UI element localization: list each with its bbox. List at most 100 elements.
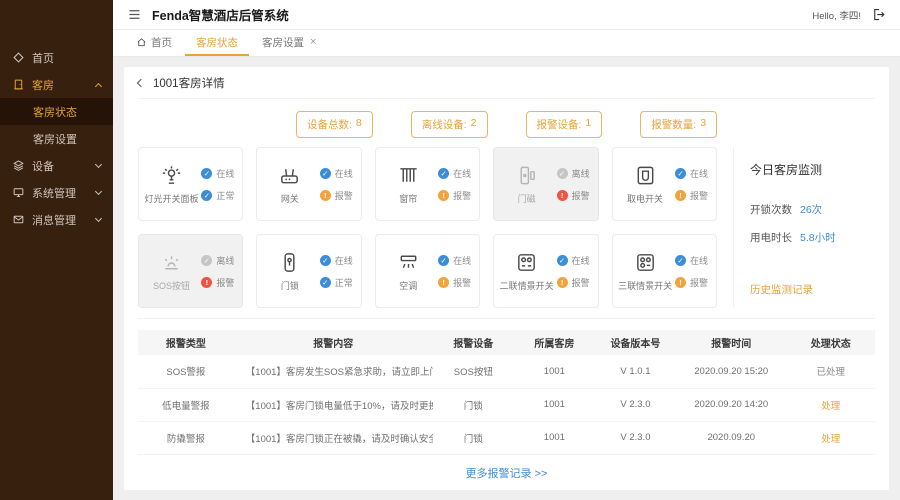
device-card-gateway[interactable]: 网关 在线 报警: [256, 147, 362, 221]
device-monitor-section: 灯光开关面板 在线 正常: [138, 147, 875, 319]
sidebar-item-devices[interactable]: 设备: [0, 152, 113, 179]
cell-alarm-device: 门锁: [432, 421, 514, 455]
alarm-table: 报警类型 报警内容 报警设备 所属客房 设备版本号 报警时间 处理状态 SOS警…: [138, 330, 875, 455]
device-label: 门磁: [517, 193, 536, 204]
status-alert-icon: [674, 189, 686, 201]
home-icon: [136, 37, 147, 48]
power-duration-value: 5.8小时: [800, 232, 836, 244]
unlock-count-value: 26次: [800, 204, 823, 216]
device-card-air-conditioner[interactable]: 空调 在线 报警: [374, 234, 481, 308]
sidebar-item-label: 客房: [32, 79, 54, 92]
status-check-icon: [674, 254, 686, 266]
device-card-power-switch[interactable]: 取电开关 在线 报警: [611, 147, 717, 221]
curtain-icon: [397, 164, 420, 187]
device-status-state: 报警: [674, 276, 708, 289]
cell-alarm-content: 【1001】客房发生SOS紧急求助，请立即上门协助!: [233, 355, 433, 389]
table-row: 防撬警报 【1001】客房门锁正在被撬，请及时确认安全! 门锁 1001 V 2…: [138, 421, 875, 455]
cell-alarm-type: 防撬警报: [138, 421, 234, 455]
status-check-icon: [201, 167, 213, 179]
device-card-scene-switch-2[interactable]: 二联情景开关 在线 报警: [493, 234, 599, 308]
tab-room-settings[interactable]: 客房设置 ×: [251, 30, 327, 56]
device-status-connection: 在线: [674, 254, 708, 267]
sidebar-item-room-status[interactable]: 客房状态: [0, 98, 113, 125]
device-card-door-lock[interactable]: 门锁 在线 正常: [256, 234, 362, 308]
device-label: 空调: [399, 280, 418, 291]
tab-label: 客房状态: [196, 36, 238, 49]
hamburger-menu-icon[interactable]: [127, 7, 142, 22]
device-card-sos-button[interactable]: SOS按钮 离线 报警: [138, 234, 244, 308]
device-status-state: 报警: [319, 189, 353, 202]
scene-switch-2-icon: [515, 251, 538, 274]
device-status-state: 报警: [438, 276, 471, 289]
room-detail-panel: 1001客房详情 设备总数:8 离线设备:2 报警设备:1 报警数量:3: [124, 67, 889, 490]
cell-handle-state: 已处理: [786, 355, 875, 389]
col-header-handle-state: 处理状态: [786, 330, 875, 355]
cell-alarm-type: SOS警报: [138, 355, 234, 389]
device-status-state: 正常: [319, 276, 353, 289]
cell-alarm-type: 低电量警报: [138, 388, 234, 422]
tab-home[interactable]: 首页: [125, 30, 183, 56]
top-bar: Fenda智慧酒店后管系统 Hello, 李四!: [113, 0, 900, 30]
sidebar-item-room-settings[interactable]: 客房设置: [0, 125, 113, 152]
stat-offline-devices: 离线设备: 2: [410, 111, 488, 138]
device-card-scene-switch-3[interactable]: 三联情景开关 在线 报警: [611, 234, 717, 308]
cell-alarm-content: 【1001】客房门锁电量低于10%，请及时更换电池!: [233, 388, 433, 422]
history-monitor-link[interactable]: 历史监测记录: [750, 282, 875, 297]
sos-icon: [160, 251, 183, 274]
sidebar-item-messages[interactable]: 消息管理: [0, 206, 113, 233]
content-area: 1001客房详情 设备总数:8 离线设备:2 报警设备:1 报警数量:3: [113, 57, 900, 500]
cell-alarm-device: SOS按钮: [432, 355, 514, 389]
cell-alarm-time: 2020.09.20 15:20: [675, 355, 787, 389]
device-status-state: 报警: [438, 189, 471, 202]
stat-alarm-count: 报警数量: 3: [640, 111, 718, 138]
sidebar-item-label: 系统管理: [32, 187, 76, 200]
sidebar-subitem-label: 客房设置: [33, 133, 77, 146]
device-grid: 灯光开关面板 在线 正常: [138, 147, 733, 308]
status-alert-icon: [438, 189, 450, 201]
device-status-state: 报警: [556, 276, 590, 289]
main-area: Fenda智慧酒店后管系统 Hello, 李四! 首页 客房状态 客房设置 ×: [113, 0, 900, 500]
col-header-alarm-time: 报警时间: [675, 330, 787, 355]
tab-bar: 首页 客房状态 客房设置 ×: [113, 30, 900, 57]
cell-device-version: V 1.0.1: [594, 355, 676, 389]
device-label: 取电开关: [627, 193, 664, 204]
logout-icon[interactable]: [871, 7, 886, 22]
device-card-light-panel[interactable]: 灯光开关面板 在线 正常: [138, 147, 244, 221]
device-status-state: 报警: [674, 189, 708, 202]
table-row: 低电量警报 【1001】客房门锁电量低于10%，请及时更换电池! 门锁 1001…: [138, 388, 875, 422]
status-check-icon: [674, 167, 686, 179]
device-label: 三联情景开关: [618, 280, 673, 291]
status-check-icon: [438, 167, 450, 179]
device-card-door-sensor[interactable]: 门磁 离线 报警: [493, 147, 599, 221]
tab-room-status[interactable]: 客房状态: [185, 30, 249, 56]
sidebar-item-home[interactable]: 首页: [0, 44, 113, 71]
page-title: 1001客房详情: [153, 77, 225, 90]
system-icon: [12, 186, 25, 199]
device-label: 窗帘: [399, 193, 418, 204]
sidebar-item-label: 消息管理: [32, 214, 76, 227]
handle-action-link[interactable]: 处理: [786, 388, 875, 422]
app-window: 首页 客房 客房状态 客房设置 设备 系统管理 消息管理 Fenda智慧酒店后管…: [0, 0, 900, 500]
sidebar-item-system[interactable]: 系统管理: [0, 179, 113, 206]
back-icon[interactable]: [136, 78, 146, 87]
device-status-connection: 离线: [201, 254, 234, 267]
status-alert-icon: [438, 276, 450, 288]
more-alarm-records-link[interactable]: 更多报警记录 >>: [138, 455, 875, 491]
room-icon: [12, 78, 25, 91]
cell-alarm-time: 2020.09.20 14:20: [675, 388, 787, 422]
table-row: SOS警报 【1001】客房发生SOS紧急求助，请立即上门协助! SOS按钮 1…: [138, 355, 875, 389]
device-status-connection: 在线: [438, 167, 471, 180]
power-duration-row: 用电时长 5.8小时: [750, 232, 836, 244]
close-icon[interactable]: ×: [310, 36, 316, 48]
handle-action-link[interactable]: 处理: [786, 421, 875, 455]
gateway-icon: [278, 164, 301, 187]
device-status-state: 报警: [556, 189, 590, 202]
tab-label: 首页: [151, 36, 172, 49]
cell-device-version: V 2.3.0: [594, 421, 676, 455]
device-card-curtain[interactable]: 窗帘 在线 报警: [374, 147, 481, 221]
sidebar-item-rooms[interactable]: 客房: [0, 71, 113, 98]
air-conditioner-icon: [397, 251, 420, 274]
status-check-icon: [201, 189, 213, 201]
device-status-state: 正常: [201, 189, 234, 202]
stat-total-devices: 设备总数: 8: [295, 111, 373, 138]
